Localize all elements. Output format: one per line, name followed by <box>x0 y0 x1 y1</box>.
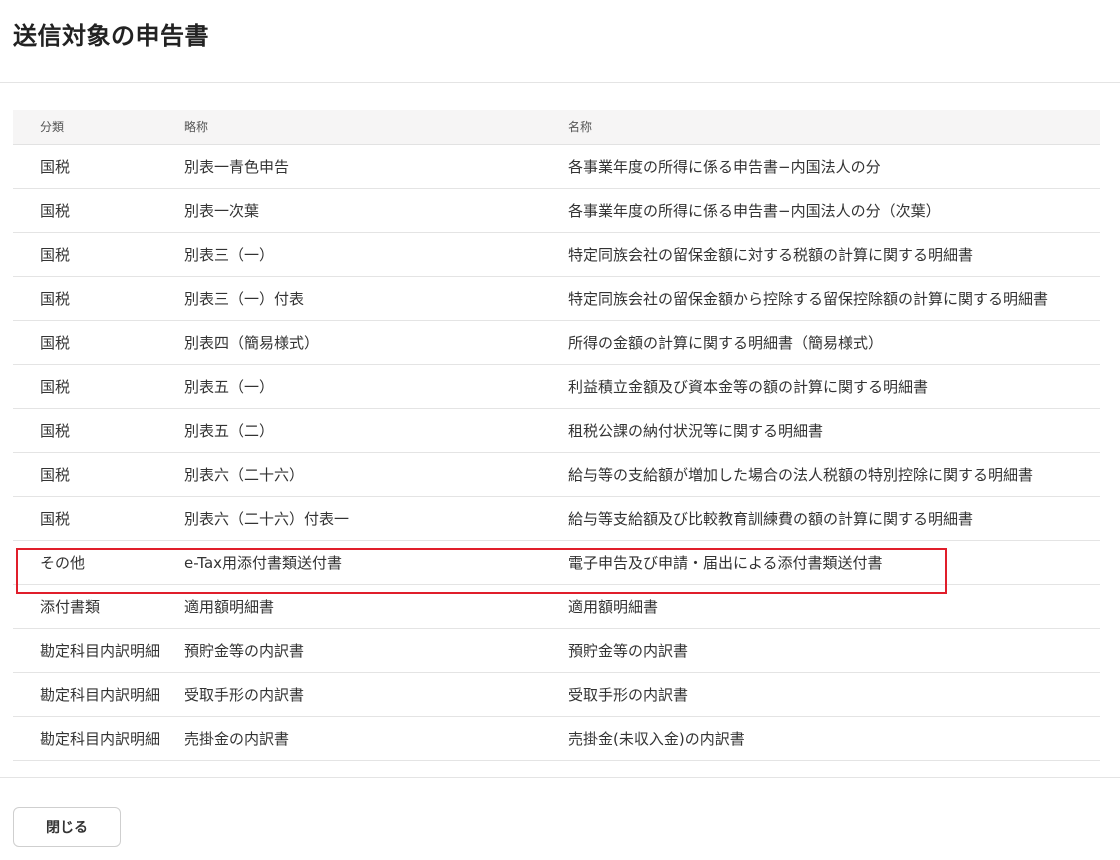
cell-abbreviation: 別表一青色申告 <box>171 144 568 189</box>
table-row: 添付書類 適用額明細書 適用額明細書 <box>13 584 1100 629</box>
cell-abbreviation: 別表六（二十六）付表一 <box>171 496 568 541</box>
cell-abbreviation: 別表六（二十六） <box>171 452 568 497</box>
cell-category: 国税 <box>13 496 171 541</box>
cell-category: 国税 <box>13 452 171 497</box>
cell-name: 売掛金(未収入金)の内訳書 <box>568 716 1100 761</box>
cell-abbreviation: 別表五（一） <box>171 364 568 409</box>
table-row: 国税 別表五（二） 租税公課の納付状況等に関する明細書 <box>13 408 1100 453</box>
cell-category: その他 <box>13 540 171 585</box>
cell-category: 国税 <box>13 188 171 233</box>
cell-category: 国税 <box>13 364 171 409</box>
cell-abbreviation: 受取手形の内訳書 <box>171 672 568 717</box>
cell-name: 特定同族会社の留保金額から控除する留保控除額の計算に関する明細書 <box>568 276 1100 321</box>
table-header-row: 分類 略称 名称 <box>13 110 1100 145</box>
cell-abbreviation: e-Tax用添付書類送付書 <box>171 540 568 585</box>
table-row: 国税 別表一次葉 各事業年度の所得に係る申告書−内国法人の分（次葉） <box>13 188 1100 233</box>
cell-category: 勘定科目内訳明細 <box>13 672 171 717</box>
cell-name: 受取手形の内訳書 <box>568 672 1100 717</box>
dialog-footer: 閉じる <box>0 777 1120 860</box>
table-row: 勘定科目内訳明細 売掛金の内訳書 売掛金(未収入金)の内訳書 <box>13 716 1100 761</box>
cell-abbreviation: 別表一次葉 <box>171 188 568 233</box>
dialog-content[interactable]: 分類 略称 名称 国税 別表一青色申告 各事業年度の所得に係る申告書−内国法人の… <box>0 84 1120 777</box>
cell-name: 所得の金額の計算に関する明細書（簡易様式） <box>568 320 1100 365</box>
cell-name: 電子申告及び申請・届出による添付書類送付書 <box>568 540 1100 585</box>
cell-name: 租税公課の納付状況等に関する明細書 <box>568 408 1100 453</box>
table-row: 勘定科目内訳明細 預貯金等の内訳書 預貯金等の内訳書 <box>13 628 1100 673</box>
cell-abbreviation: 売掛金の内訳書 <box>171 716 568 761</box>
cell-abbreviation: 預貯金等の内訳書 <box>171 628 568 673</box>
dialog-title: 送信対象の申告書 <box>13 22 209 50</box>
table-row: 国税 別表一青色申告 各事業年度の所得に係る申告書−内国法人の分 <box>13 144 1100 189</box>
table-row: 国税 別表四（簡易様式） 所得の金額の計算に関する明細書（簡易様式） <box>13 320 1100 365</box>
dialog: 送信対象の申告書 分類 略称 名称 国税 別表一青色申告 各事業年度の所得に係る… <box>0 0 1120 860</box>
cell-abbreviation: 適用額明細書 <box>171 584 568 629</box>
table-row: 国税 別表六（二十六）付表一 給与等支給額及び比較教育訓練費の額の計算に関する明… <box>13 496 1100 541</box>
column-header-abbreviation: 略称 <box>171 110 568 145</box>
cell-category: 勘定科目内訳明細 <box>13 716 171 761</box>
cell-name: 給与等の支給額が増加した場合の法人税額の特別控除に関する明細書 <box>568 452 1100 497</box>
table-row: 国税 別表三（一） 特定同族会社の留保金額に対する税額の計算に関する明細書 <box>13 232 1100 277</box>
cell-name: 利益積立金額及び資本金等の額の計算に関する明細書 <box>568 364 1100 409</box>
cell-category: 勘定科目内訳明細 <box>13 628 171 673</box>
table-row: 国税 別表五（一） 利益積立金額及び資本金等の額の計算に関する明細書 <box>13 364 1100 409</box>
close-button[interactable]: 閉じる <box>13 807 121 847</box>
cell-name: 各事業年度の所得に係る申告書−内国法人の分 <box>568 144 1100 189</box>
cell-category: 国税 <box>13 408 171 453</box>
cell-abbreviation: 別表三（一）付表 <box>171 276 568 321</box>
cell-category: 国税 <box>13 276 171 321</box>
cell-category: 国税 <box>13 232 171 277</box>
cell-name: 各事業年度の所得に係る申告書−内国法人の分（次葉） <box>568 188 1100 233</box>
cell-category: 添付書類 <box>13 584 171 629</box>
table-row-highlighted: その他 e-Tax用添付書類送付書 電子申告及び申請・届出による添付書類送付書 <box>13 540 1100 585</box>
cell-name: 適用額明細書 <box>568 584 1100 629</box>
table-row: 国税 別表六（二十六） 給与等の支給額が増加した場合の法人税額の特別控除に関する… <box>13 452 1100 497</box>
cell-abbreviation: 別表五（二） <box>171 408 568 453</box>
cell-name: 特定同族会社の留保金額に対する税額の計算に関する明細書 <box>568 232 1100 277</box>
documents-table: 分類 略称 名称 国税 別表一青色申告 各事業年度の所得に係る申告書−内国法人の… <box>13 110 1100 761</box>
column-header-name: 名称 <box>568 110 1100 145</box>
cell-name: 給与等支給額及び比較教育訓練費の額の計算に関する明細書 <box>568 496 1100 541</box>
cell-name: 預貯金等の内訳書 <box>568 628 1100 673</box>
table-row: 勘定科目内訳明細 受取手形の内訳書 受取手形の内訳書 <box>13 672 1100 717</box>
table-row: 国税 別表三（一）付表 特定同族会社の留保金額から控除する留保控除額の計算に関す… <box>13 276 1100 321</box>
cell-category: 国税 <box>13 144 171 189</box>
cell-abbreviation: 別表四（簡易様式） <box>171 320 568 365</box>
cell-abbreviation: 別表三（一） <box>171 232 568 277</box>
cell-category: 国税 <box>13 320 171 365</box>
column-header-category: 分類 <box>13 110 171 145</box>
dialog-header: 送信対象の申告書 <box>0 0 1120 83</box>
